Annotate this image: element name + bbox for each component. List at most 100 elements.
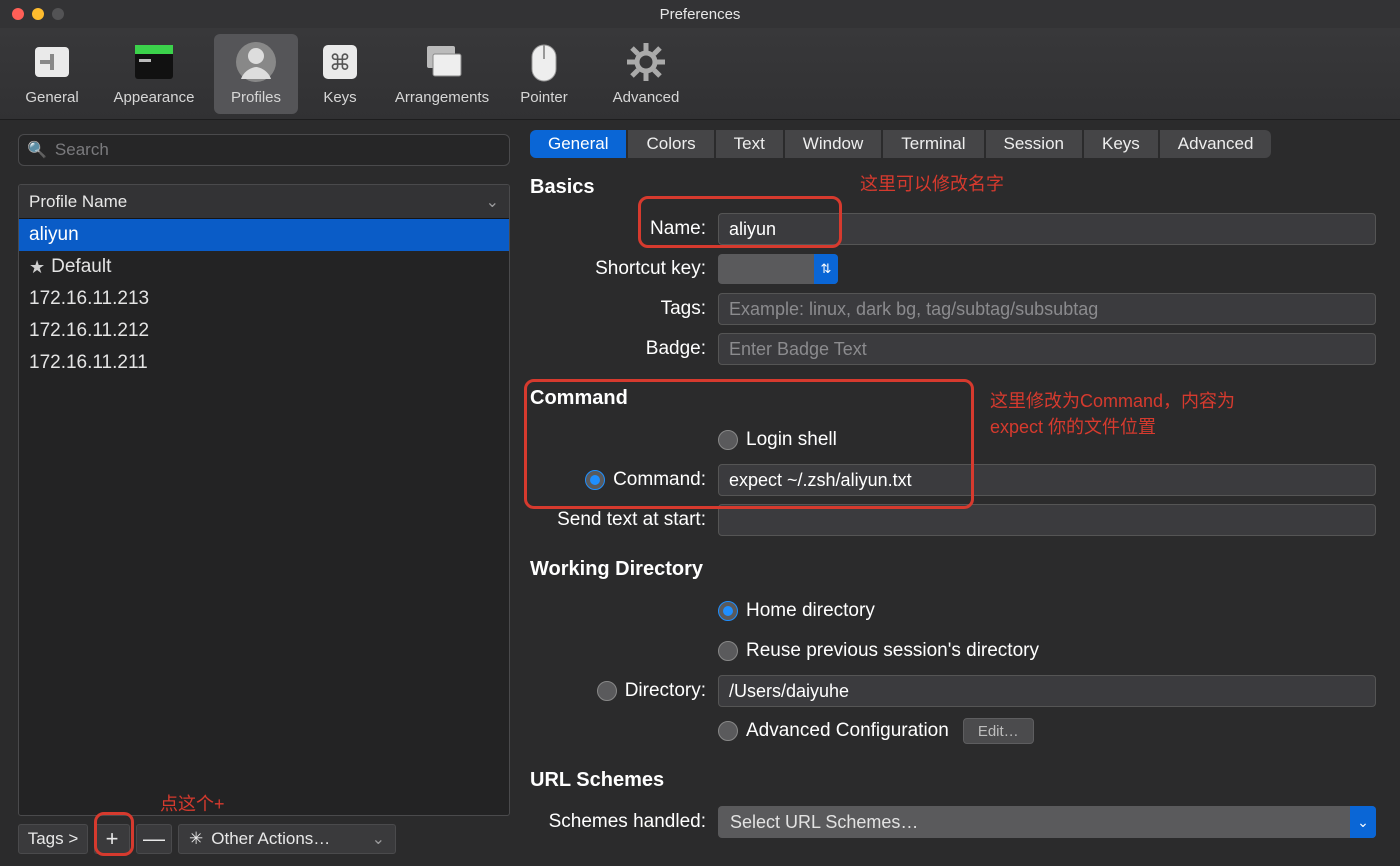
- stepper-arrows-icon: ⇅: [814, 254, 838, 284]
- minimize-window-button[interactable]: [32, 8, 44, 20]
- toolbar-item-keys[interactable]: ⌘ Keys: [298, 34, 382, 114]
- arrangements-windows-icon: [421, 41, 463, 83]
- name-input[interactable]: [718, 213, 1376, 245]
- badge-input[interactable]: [718, 333, 1376, 365]
- other-actions-button[interactable]: ✳︎ Other Actions… ⌄: [178, 824, 396, 854]
- profile-name: Default: [51, 256, 111, 278]
- radio-home-dir-label: Home directory: [746, 600, 875, 622]
- tags-label: Tags:: [530, 298, 718, 320]
- radio-advanced-config[interactable]: [718, 721, 738, 741]
- section-basics: Basics 这里可以修改名字 Name: Shortcut key: ⇅ Ta…: [530, 176, 1376, 369]
- toolbar-label: Advanced: [613, 89, 680, 106]
- general-switch-icon: [31, 41, 73, 83]
- toolbar-label: Pointer: [520, 89, 568, 106]
- section-command: Command 这里修改为Command，内容为 expect 你的文件位置 L…: [530, 387, 1376, 540]
- profile-name: 172.16.11.212: [29, 320, 149, 342]
- profiles-sidebar: 🔍 Profile Name ⌄ aliyun ★ Default 172.16…: [0, 120, 520, 866]
- tab-text[interactable]: Text: [716, 130, 783, 158]
- chevron-down-icon: ⌄: [486, 192, 499, 212]
- url-schemes-label: Schemes handled:: [530, 811, 718, 833]
- radio-home-dir[interactable]: [718, 601, 738, 621]
- profile-list-header-label: Profile Name: [29, 192, 127, 212]
- search-icon: 🔍: [27, 140, 47, 160]
- titlebar: Preferences: [0, 0, 1400, 28]
- radio-login-shell[interactable]: [718, 430, 738, 450]
- toolbar-item-advanced[interactable]: Advanced: [586, 34, 706, 114]
- section-title-url: URL Schemes: [530, 769, 1376, 792]
- profile-list-item-212[interactable]: 172.16.11.212: [19, 315, 509, 347]
- send-start-input[interactable]: [718, 504, 1376, 536]
- other-actions-label: Other Actions…: [211, 829, 330, 849]
- keys-command-icon: ⌘: [319, 41, 361, 83]
- directory-input[interactable]: [718, 675, 1376, 707]
- tab-advanced[interactable]: Advanced: [1160, 130, 1272, 158]
- toolbar-item-appearance[interactable]: Appearance: [94, 34, 214, 114]
- badge-label: Badge:: [530, 338, 718, 360]
- section-title-command: Command: [530, 387, 1376, 410]
- maximize-window-button[interactable]: [52, 8, 64, 20]
- preferences-toolbar: General Appearance Profiles ⌘ Keys Arran…: [0, 28, 1400, 120]
- tags-button[interactable]: Tags >: [18, 824, 88, 854]
- tab-window[interactable]: Window: [785, 130, 881, 158]
- tab-keys[interactable]: Keys: [1084, 130, 1158, 158]
- url-schemes-select[interactable]: Select URL Schemes… ⌄: [718, 806, 1376, 838]
- chevron-down-icon: ⌄: [372, 829, 385, 849]
- section-url-schemes: URL Schemes Schemes handled: Select URL …: [530, 769, 1376, 842]
- star-icon: ★: [29, 257, 45, 278]
- tab-general[interactable]: General: [530, 130, 626, 158]
- toolbar-label: General: [25, 89, 78, 106]
- section-working-directory: Working Directory Home directory Reuse p…: [530, 558, 1376, 751]
- window-title: Preferences: [660, 6, 741, 23]
- profile-tabs: General Colors Text Window Terminal Sess…: [530, 130, 1376, 158]
- radio-reuse-dir-label: Reuse previous session's directory: [746, 640, 1039, 662]
- tags-input[interactable]: [718, 293, 1376, 325]
- toolbar-label: Profiles: [231, 89, 281, 106]
- edit-advanced-config-button[interactable]: Edit…: [963, 718, 1034, 744]
- radio-advanced-config-label: Advanced Configuration: [746, 720, 949, 742]
- toolbar-label: Arrangements: [395, 89, 489, 106]
- toolbar-item-arrangements[interactable]: Arrangements: [382, 34, 502, 114]
- radio-reuse-dir[interactable]: [718, 641, 738, 661]
- search-wrap: 🔍: [18, 134, 510, 166]
- profile-list-item-211[interactable]: 172.16.11.211: [19, 347, 509, 379]
- add-profile-button[interactable]: +: [94, 824, 130, 854]
- advanced-gear-icon: [625, 41, 667, 83]
- profile-list-item-213[interactable]: 172.16.11.213: [19, 283, 509, 315]
- profile-settings-panel: General Colors Text Window Terminal Sess…: [520, 120, 1400, 866]
- send-start-label: Send text at start:: [530, 509, 718, 531]
- command-input[interactable]: [718, 464, 1376, 496]
- tab-terminal[interactable]: Terminal: [883, 130, 983, 158]
- profile-list-item-default[interactable]: ★ Default: [19, 251, 509, 283]
- radio-command[interactable]: [585, 470, 605, 490]
- radio-login-shell-label: Login shell: [746, 429, 837, 451]
- section-title-basics: Basics: [530, 176, 1376, 199]
- profile-name: 172.16.11.211: [29, 352, 148, 374]
- profile-list-item-aliyun[interactable]: aliyun: [19, 219, 509, 251]
- shortcut-dropdown[interactable]: ⇅: [718, 254, 838, 284]
- url-schemes-select-value: Select URL Schemes…: [730, 812, 918, 833]
- tab-colors[interactable]: Colors: [628, 130, 713, 158]
- toolbar-item-general[interactable]: General: [10, 34, 94, 114]
- profile-list: Profile Name ⌄ aliyun ★ Default 172.16.1…: [18, 184, 510, 816]
- profile-name: 172.16.11.213: [29, 288, 149, 310]
- remove-profile-button[interactable]: —: [136, 824, 172, 854]
- gear-icon: ✳︎: [189, 829, 203, 849]
- toolbar-item-pointer[interactable]: Pointer: [502, 34, 586, 114]
- toolbar-label: Appearance: [114, 89, 195, 106]
- shortcut-label: Shortcut key:: [530, 258, 718, 280]
- svg-text:⌘: ⌘: [329, 50, 351, 75]
- profile-list-header[interactable]: Profile Name ⌄: [19, 185, 509, 219]
- profile-bottom-bar: Tags > + — ✳︎ Other Actions… ⌄ 点这个+: [18, 816, 510, 856]
- name-label: Name:: [530, 218, 718, 240]
- toolbar-label: Keys: [323, 89, 356, 106]
- search-input[interactable]: [55, 140, 501, 160]
- tab-session[interactable]: Session: [986, 130, 1082, 158]
- radio-directory[interactable]: [597, 681, 617, 701]
- profile-name: aliyun: [29, 224, 79, 246]
- appearance-terminal-icon: [133, 41, 175, 83]
- profiles-avatar-icon: [235, 41, 277, 83]
- close-window-button[interactable]: [12, 8, 24, 20]
- pointer-mouse-icon: [523, 41, 565, 83]
- toolbar-item-profiles[interactable]: Profiles: [214, 34, 298, 114]
- radio-command-label: Command:: [613, 469, 706, 491]
